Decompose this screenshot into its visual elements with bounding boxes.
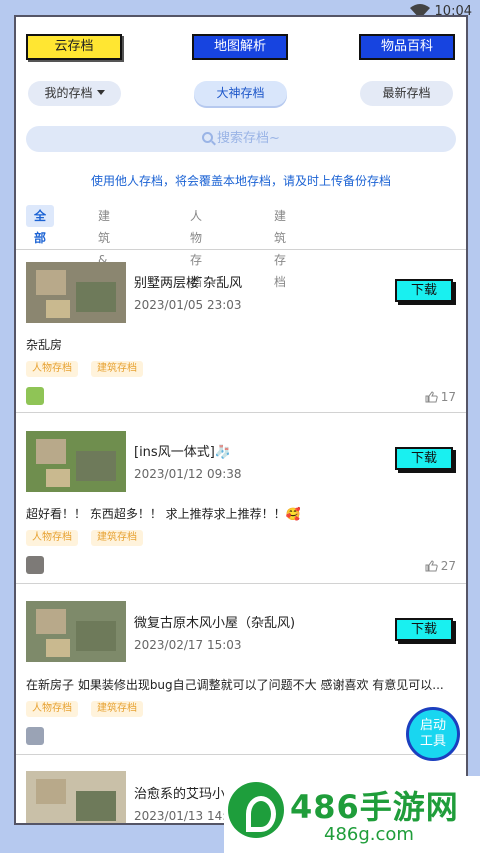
tag-character: 人物存档 — [26, 701, 78, 717]
thumbs-up-icon — [425, 391, 438, 403]
like-button[interactable]: 17 — [425, 390, 456, 404]
post-description: 在新房子 如果装修出现bug自己调整就可以了问题不大 感谢喜欢 有意见可以... — [26, 678, 444, 692]
launch-tool-button[interactable]: 启动 工具 — [406, 707, 460, 761]
fab-line-2: 工具 — [419, 734, 446, 749]
tag-character: 人物存档 — [26, 361, 78, 377]
download-button[interactable]: 下载 — [395, 447, 453, 470]
watermark-title: 486手游网 — [290, 788, 459, 826]
latest-saves-button[interactable]: 最新存档 — [360, 81, 453, 106]
post-title: 别墅两层楼 ̄杂乱风 — [134, 276, 243, 291]
search-icon — [202, 132, 214, 143]
my-saves-dropdown[interactable]: 我的存档 — [28, 81, 121, 106]
avatar[interactable] — [26, 387, 44, 405]
avatar[interactable] — [26, 727, 44, 745]
download-button[interactable]: 下载 — [395, 279, 453, 302]
tag-building: 建筑存档 — [91, 701, 143, 717]
post-title: 治愈系的艾玛小屋 — [134, 787, 239, 802]
post-title: [ins风一体式]🧦 — [134, 445, 231, 460]
caret-down-icon — [96, 90, 105, 95]
watermark: 486手游网 486g.com — [224, 776, 480, 853]
post-thumbnail[interactable] — [26, 601, 126, 662]
like-count: 27 — [440, 559, 456, 573]
post-card[interactable]: [ins风一体式]🧦 2023/01/12 09:38 下载 超好看！！ 东西超… — [16, 412, 466, 582]
avatar[interactable] — [26, 556, 44, 574]
like-count: 17 — [440, 390, 456, 404]
tag-building: 建筑存档 — [91, 361, 143, 377]
post-title: 微复古原木风小屋（杂乱风) — [134, 616, 296, 631]
post-description: 超好看！！ 东西超多！！ 求上推荐求上推荐！！🥰 — [26, 507, 301, 521]
post-description: 杂乱房 — [26, 338, 63, 352]
fab-line-1: 启动 — [419, 718, 446, 733]
tab-building-character[interactable]: 建筑&人物 — [90, 205, 118, 311]
tag-building: 建筑存档 — [91, 530, 143, 546]
post-date: 2023/01/13 14:0 — [134, 809, 234, 823]
main-panel: 云存档 地图解析 物品百科 我的存档 大神存档 最新存档 搜索存档~ 使用他人存… — [14, 15, 468, 825]
thumbs-up-icon — [425, 560, 438, 572]
post-date: 2023/02/17 15:03 — [134, 638, 242, 652]
post-date: 2023/01/12 09:38 — [134, 467, 242, 481]
watermark-url: 486g.com — [324, 824, 414, 845]
post-thumbnail[interactable] — [26, 771, 126, 823]
tag-character: 人物存档 — [26, 530, 78, 546]
search-placeholder: 搜索存档~ — [217, 131, 280, 146]
post-card[interactable]: 微复古原木风小屋（杂乱风) 2023/02/17 15:03 下载 在新房子 如… — [16, 583, 466, 753]
download-button[interactable]: 下载 — [395, 618, 453, 641]
my-saves-label: 我的存档 — [44, 86, 93, 100]
tab-all[interactable]: 全部 — [26, 205, 55, 245]
like-button[interactable]: 27 — [425, 559, 456, 573]
post-thumbnail[interactable] — [26, 431, 126, 492]
search-input[interactable]: 搜索存档~ — [26, 126, 456, 152]
master-saves-button[interactable]: 大神存档 — [194, 81, 287, 106]
notice-text: 使用他人存档，将会覆盖本地存档，请及时上传备份存档 — [90, 174, 391, 188]
post-card[interactable]: 别墅两层楼 ̄杂乱风 2023/01/05 23:03 下载 杂乱房 人物存档 … — [16, 249, 466, 411]
tab-character[interactable]: 人物存档 — [182, 205, 210, 289]
cloud-save-button[interactable]: 云存档 — [26, 34, 122, 60]
post-thumbnail[interactable] — [26, 262, 126, 323]
watermark-logo-icon — [228, 782, 284, 838]
tab-building[interactable]: 建筑存档 — [266, 205, 294, 289]
post-date: 2023/01/05 23:03 — [134, 298, 242, 312]
map-analysis-button[interactable]: 地图解析 — [192, 34, 288, 60]
item-wiki-button[interactable]: 物品百科 — [359, 34, 455, 60]
